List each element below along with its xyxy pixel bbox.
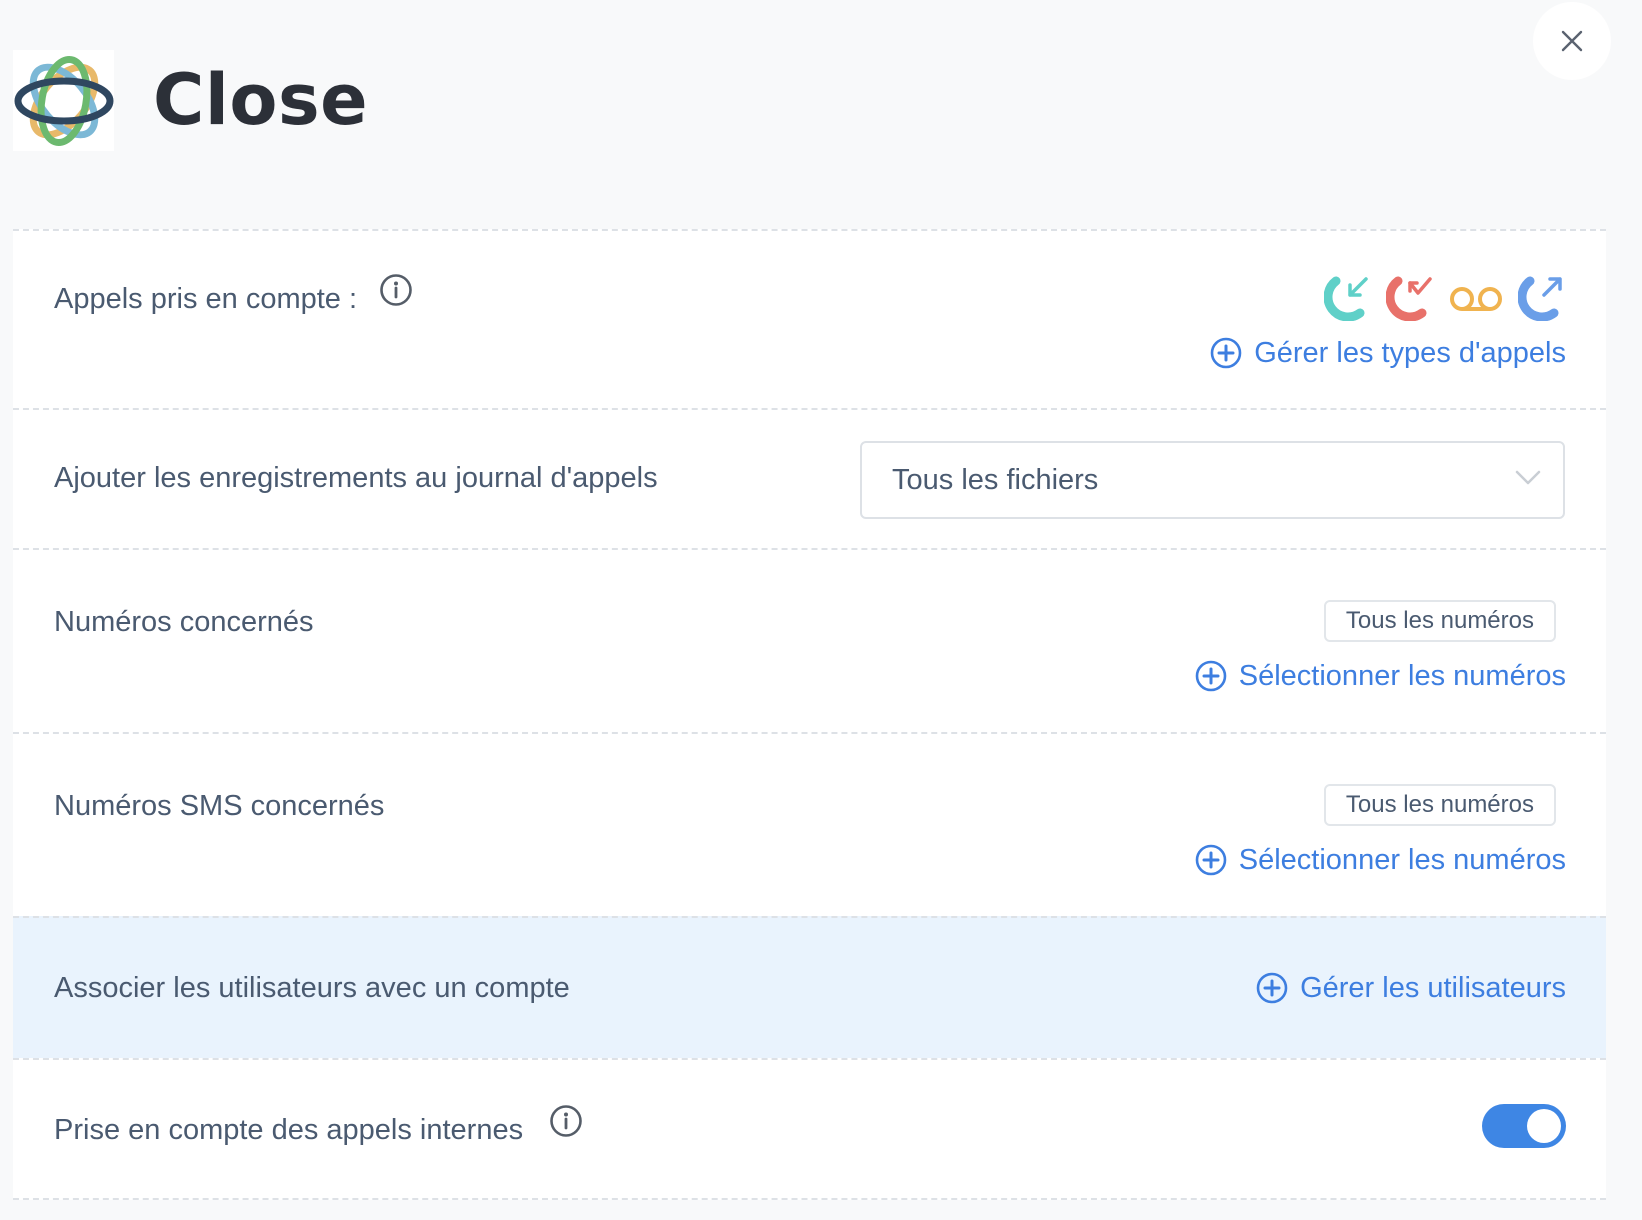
close-button[interactable] — [1533, 2, 1611, 80]
setting-row-internal-calls: Prise en compte des appels internes — [13, 1058, 1606, 1200]
recordings-select[interactable]: Tous les fichiers — [860, 441, 1565, 519]
numbers-label: Numéros concernés — [54, 606, 314, 638]
manage-call-types-link[interactable]: Gérer les types d'appels — [1210, 335, 1566, 371]
close-logo-icon — [14, 51, 114, 151]
info-icon[interactable] — [549, 1104, 583, 1138]
manage-users-link[interactable]: Gérer les utilisateurs — [1256, 970, 1566, 1006]
select-numbers-label: Sélectionner les numéros — [1238, 660, 1566, 692]
toggle-knob — [1527, 1109, 1561, 1143]
setting-row-recordings: Ajouter les enregistrements au journal d… — [13, 408, 1606, 548]
sms-numbers-label: Numéros SMS concernés — [54, 790, 385, 822]
plus-circle-icon — [1256, 972, 1288, 1004]
call-type-icons — [1324, 273, 1566, 321]
setting-row-sms-numbers: Numéros SMS concernés Tous les numéros S… — [13, 732, 1606, 916]
select-sms-numbers-label: Sélectionner les numéros — [1238, 844, 1566, 876]
recordings-select-value: Tous les fichiers — [892, 463, 1099, 496]
setting-row-numbers: Numéros concernés Tous les numéros Sélec… — [13, 548, 1606, 732]
all-numbers-tag: Tous les numéros — [1323, 600, 1556, 642]
chevron-down-icon — [1515, 469, 1541, 487]
internal-calls-toggle[interactable] — [1482, 1104, 1566, 1148]
incoming-call-icon — [1324, 273, 1372, 321]
integration-settings-panel: Close Appels pris en compte : Gérer les … — [0, 0, 1642, 1220]
info-icon[interactable] — [379, 273, 413, 307]
app-title: Close — [153, 59, 369, 141]
users-label: Associer les utilisateurs avec un compte — [54, 972, 570, 1004]
setting-row-calls-counted: Appels pris en compte : Gérer les types … — [13, 229, 1606, 408]
app-logo — [13, 50, 114, 151]
manage-call-types-label: Gérer les types d'appels — [1254, 337, 1566, 369]
internal-calls-label: Prise en compte des appels internes — [54, 1114, 524, 1146]
missed-call-icon — [1386, 273, 1434, 321]
plus-circle-icon — [1210, 337, 1242, 369]
close-x-icon — [1560, 29, 1584, 53]
select-sms-numbers-link[interactable]: Sélectionner les numéros — [1195, 842, 1566, 878]
recordings-label: Ajouter les enregistrements au journal d… — [54, 462, 658, 494]
settings-list: Appels pris en compte : Gérer les types … — [13, 229, 1606, 1200]
plus-circle-icon — [1195, 660, 1227, 692]
plus-circle-icon — [1195, 844, 1227, 876]
calls-counted-label: Appels pris en compte : — [54, 283, 358, 315]
setting-row-users: Associer les utilisateurs avec un compte… — [13, 916, 1606, 1058]
manage-users-label: Gérer les utilisateurs — [1300, 972, 1566, 1004]
outgoing-call-icon — [1518, 273, 1566, 321]
all-sms-numbers-tag: Tous les numéros — [1323, 784, 1556, 826]
voicemail-icon — [1448, 273, 1504, 321]
select-numbers-link[interactable]: Sélectionner les numéros — [1195, 658, 1566, 694]
